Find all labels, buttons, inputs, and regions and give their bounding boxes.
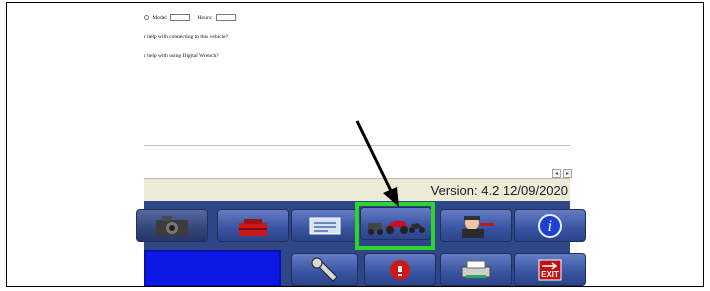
vehicle-info-row: Model Hours:: [144, 14, 242, 21]
vehicles-button[interactable]: [360, 207, 432, 240]
stop-icon: [390, 259, 410, 280]
exit-icon: EXIT: [538, 259, 562, 280]
version-text: Version: 4.2 12/09/2020: [430, 183, 568, 198]
connect-help-question: r help with connecting to this vehicle?: [144, 34, 229, 40]
technician-icon: [462, 215, 494, 238]
scroll-right-icon[interactable]: ▸: [563, 169, 572, 178]
info-icon: i: [538, 213, 562, 238]
model-input[interactable]: [170, 14, 191, 21]
printer-icon: [461, 260, 491, 278]
status-bar: Version: 4.2 12/09/2020: [144, 178, 570, 202]
camera-icon: [156, 215, 188, 236]
document-icon: [309, 217, 340, 234]
vehicles-icon: [368, 220, 425, 235]
blue-display-field: [144, 250, 281, 286]
svg-text:EXIT: EXIT: [541, 270, 559, 279]
camera-button[interactable]: [136, 209, 208, 242]
toolbox-button[interactable]: [217, 209, 289, 242]
hours-label: Hours:: [197, 14, 213, 21]
wrench-button[interactable]: [291, 253, 358, 286]
technician-button[interactable]: [440, 209, 512, 242]
scroll-controls: ◂ ▸: [552, 169, 572, 178]
form-document: Model Hours: r help with connecting to t…: [144, 3, 570, 143]
screenshot-frame: Model Hours: r help with connecting to t…: [6, 2, 704, 287]
stop-button[interactable]: [364, 253, 436, 286]
info-button[interactable]: i: [514, 209, 586, 242]
radio-button[interactable]: [144, 15, 149, 20]
wrench-icon: [311, 257, 338, 282]
toolbox-icon: [239, 218, 267, 236]
printer-button[interactable]: [440, 253, 512, 286]
hours-input[interactable]: [215, 14, 236, 21]
wrench-help-question: r help with using Digital Wrench?: [144, 53, 219, 59]
scroll-left-icon[interactable]: ◂: [552, 169, 561, 178]
toolbar: i EXIT: [136, 201, 586, 286]
model-label: Model: [152, 14, 167, 21]
divider: [144, 145, 570, 146]
exit-button[interactable]: EXIT: [514, 253, 586, 286]
document-button[interactable]: [291, 209, 358, 242]
svg-text:i: i: [548, 219, 552, 235]
